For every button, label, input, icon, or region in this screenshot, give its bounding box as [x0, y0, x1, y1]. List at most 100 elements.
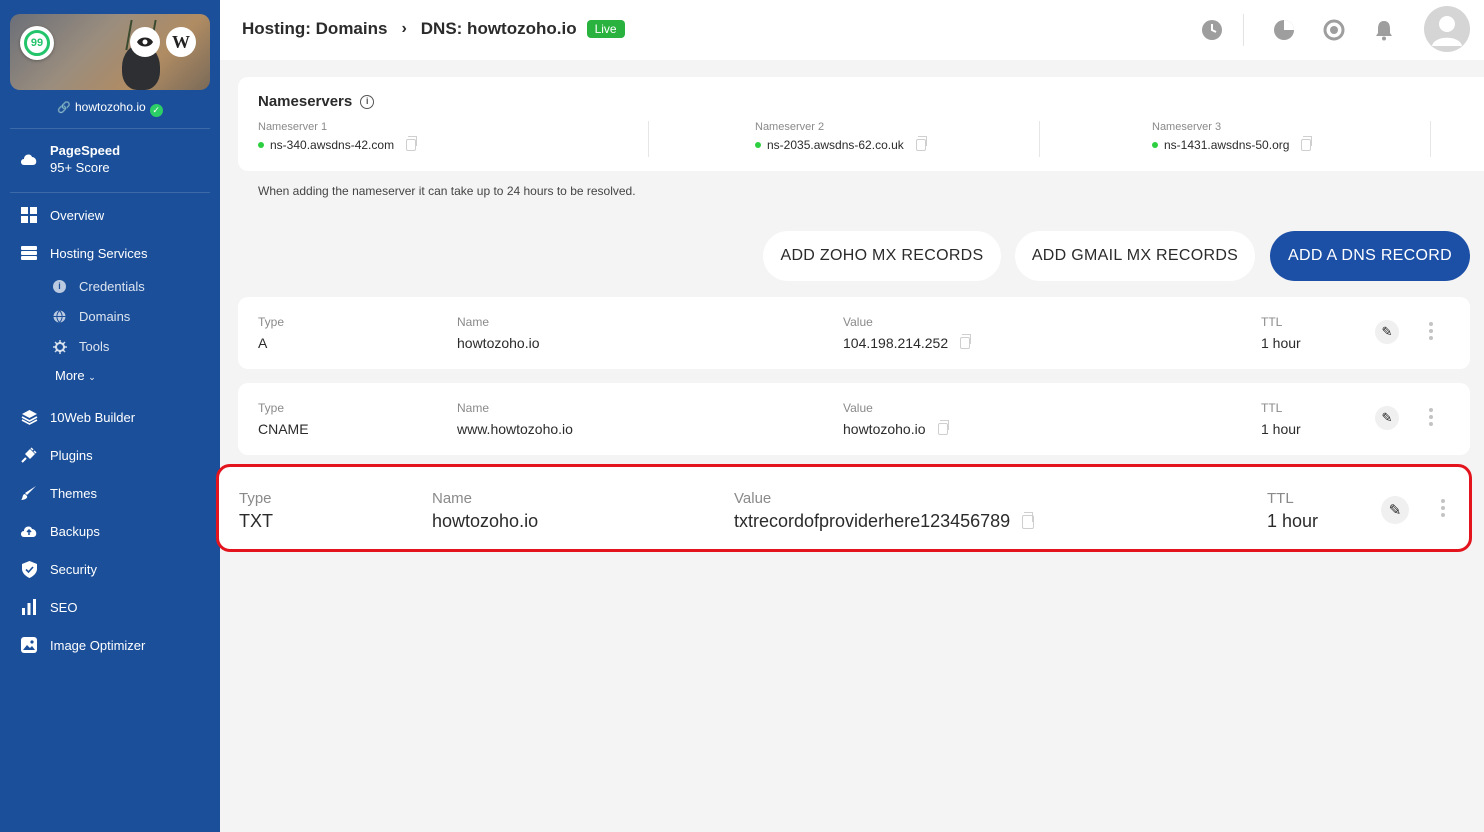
sidebar-item-label: Plugins — [50, 447, 93, 463]
type-value: A — [258, 335, 268, 351]
sidebar-divider — [10, 192, 210, 193]
add-dns-record-button[interactable]: ADD A DNS RECORD — [1270, 231, 1470, 281]
site-name[interactable]: 🔗 howtozoho.io ✓ — [0, 100, 220, 117]
ttl-label: TTL — [1267, 490, 1294, 507]
copy-icon[interactable] — [406, 136, 418, 151]
pagespeed-item[interactable]: PageSpeed 95+ Score — [20, 143, 120, 175]
sidebar-subitem-credentials[interactable]: i Credentials — [52, 279, 145, 294]
copy-icon[interactable] — [1301, 136, 1313, 151]
score-value: 99 — [24, 30, 50, 56]
nameservers-title: Nameservers i — [258, 93, 375, 110]
sidebar-item-backups[interactable]: Backups — [20, 522, 100, 540]
copy-icon[interactable] — [937, 420, 949, 435]
plug-icon — [20, 446, 38, 464]
name-value: howtozoho.io — [457, 335, 540, 351]
wordpress-icon[interactable]: W — [166, 27, 196, 57]
sidebar-item-image-optimizer[interactable]: Image Optimizer — [20, 636, 145, 654]
breadcrumb-separator: › — [401, 20, 407, 37]
dns-record-row: Type CNAME Name www.howtozoho.io Value howt… — [238, 383, 1470, 455]
nameserver-label: Nameserver 2 — [755, 121, 825, 133]
dns-record-row-highlighted: Type TXT Name howtozoho.io Value txtrecordo… — [216, 464, 1472, 552]
site-thumbnail[interactable]: 99 W — [10, 14, 210, 90]
bar-chart-icon — [20, 598, 38, 616]
sidebar-item-label: Backups — [50, 523, 100, 539]
dns-record-row: Type A Name howtozoho.io Value 104.198.214.… — [238, 297, 1470, 369]
nameserver-label: Nameserver 3 — [1152, 121, 1222, 133]
type-label: Type — [239, 490, 272, 507]
sidebar: 99 W 🔗 howtozoho.io ✓ PageSpeed 95+ Score … — [0, 0, 220, 832]
more-options-icon[interactable] — [1441, 499, 1445, 517]
sidebar-item-10web-builder[interactable]: 10Web Builder — [20, 408, 135, 426]
more-options-icon[interactable] — [1429, 408, 1433, 426]
edit-pencil-icon[interactable]: ✎ — [1375, 406, 1399, 430]
status-badge: Live — [586, 20, 625, 38]
sidebar-subitem-tools[interactable]: Tools — [52, 339, 109, 354]
breadcrumb-current: DNS: howtozoho.io — [420, 19, 577, 38]
pie-chart-icon[interactable] — [1272, 18, 1296, 42]
copy-icon[interactable] — [1022, 511, 1035, 529]
add-gmail-mx-button[interactable]: ADD GMAIL MX RECORDS — [1015, 231, 1255, 281]
grid-icon — [20, 206, 38, 224]
nameserver-1: Nameserver 1 ns-340.awsdns-42.com — [258, 121, 418, 152]
sidebar-item-label: 10Web Builder — [50, 409, 136, 425]
type-label: Type — [258, 401, 285, 415]
verified-check-icon: ✓ — [149, 104, 163, 117]
sidebar-more-toggle[interactable]: More ⌄ — [55, 368, 96, 383]
sidebar-item-hosting-services[interactable]: Hosting Services — [20, 244, 148, 262]
nameserver-2: Nameserver 2 ns-2035.awsdns-62.co.uk — [755, 121, 927, 152]
name-label: Name — [457, 315, 490, 329]
sidebar-item-plugins[interactable]: Plugins — [20, 446, 93, 464]
shield-icon — [20, 560, 38, 578]
add-zoho-mx-button[interactable]: ADD ZOHO MX RECORDS — [763, 231, 1001, 281]
sidebar-item-overview[interactable]: Overview — [20, 206, 104, 224]
pagespeed-score-badge: 99 — [20, 26, 54, 60]
user-avatar[interactable] — [1424, 6, 1470, 52]
info-circle-icon: i — [52, 279, 67, 294]
info-icon[interactable]: i — [360, 94, 375, 109]
preview-eye-icon[interactable] — [130, 27, 160, 57]
more-label: More — [55, 368, 85, 383]
nameserver-value: ns-2035.awsdns-62.co.uk — [767, 138, 904, 152]
clock-icon[interactable] — [1200, 18, 1224, 42]
name-value: howtozoho.io — [432, 511, 539, 531]
nameserver-value: ns-340.awsdns-42.com — [270, 138, 395, 152]
chevron-down-icon: ⌄ — [88, 372, 96, 382]
sidebar-item-label: SEO — [50, 599, 78, 615]
ttl-value: 1 hour — [1261, 421, 1301, 437]
column-divider — [1039, 121, 1040, 157]
ttl-label: TTL — [1261, 315, 1283, 329]
breadcrumb-parent-link[interactable]: Hosting: Domains — [242, 19, 387, 39]
tools-icon — [52, 339, 67, 354]
sidebar-subitem-domains[interactable]: Domains — [52, 309, 130, 324]
copy-icon[interactable] — [960, 334, 972, 349]
edit-pencil-icon[interactable]: ✎ — [1375, 320, 1399, 344]
pagespeed-subtitle: 95+ Score — [50, 160, 110, 175]
sidebar-item-security[interactable]: Security — [20, 560, 97, 578]
sidebar-item-label: Hosting Services — [50, 245, 148, 261]
site-name-label: howtozoho.io — [74, 100, 146, 114]
sidebar-subitem-label: Tools — [79, 339, 110, 354]
ttl-label: TTL — [1261, 401, 1283, 415]
copy-icon[interactable] — [915, 136, 927, 151]
value-label: Value — [843, 401, 873, 415]
status-dot — [1152, 142, 1158, 148]
name-label: Name — [457, 401, 490, 415]
edit-pencil-icon[interactable]: ✎ — [1381, 496, 1409, 524]
nameserver-label: Nameserver 1 — [258, 121, 328, 133]
sidebar-item-themes[interactable]: Themes — [20, 484, 97, 502]
type-value: TXT — [239, 511, 273, 531]
nameserver-note: When adding the nameserver it can take u… — [258, 184, 636, 198]
ttl-value: 1 hour — [1267, 511, 1319, 531]
brush-icon — [20, 484, 38, 502]
layers-icon — [20, 408, 38, 426]
bell-icon[interactable] — [1372, 18, 1396, 42]
pagespeed-title: PageSpeed — [50, 143, 121, 158]
speed-gauge-icon[interactable] — [1322, 18, 1346, 42]
sidebar-item-label: Overview — [50, 207, 105, 223]
value-value: howtozoho.io — [843, 421, 926, 437]
more-options-icon[interactable] — [1429, 322, 1433, 340]
sidebar-item-seo[interactable]: SEO — [20, 598, 77, 616]
breadcrumb: Hosting: Domains › DNS: howtozoho.io Liv… — [242, 19, 625, 39]
value-value: 104.198.214.252 — [843, 335, 949, 351]
sidebar-subitem-label: Credentials — [79, 279, 145, 294]
